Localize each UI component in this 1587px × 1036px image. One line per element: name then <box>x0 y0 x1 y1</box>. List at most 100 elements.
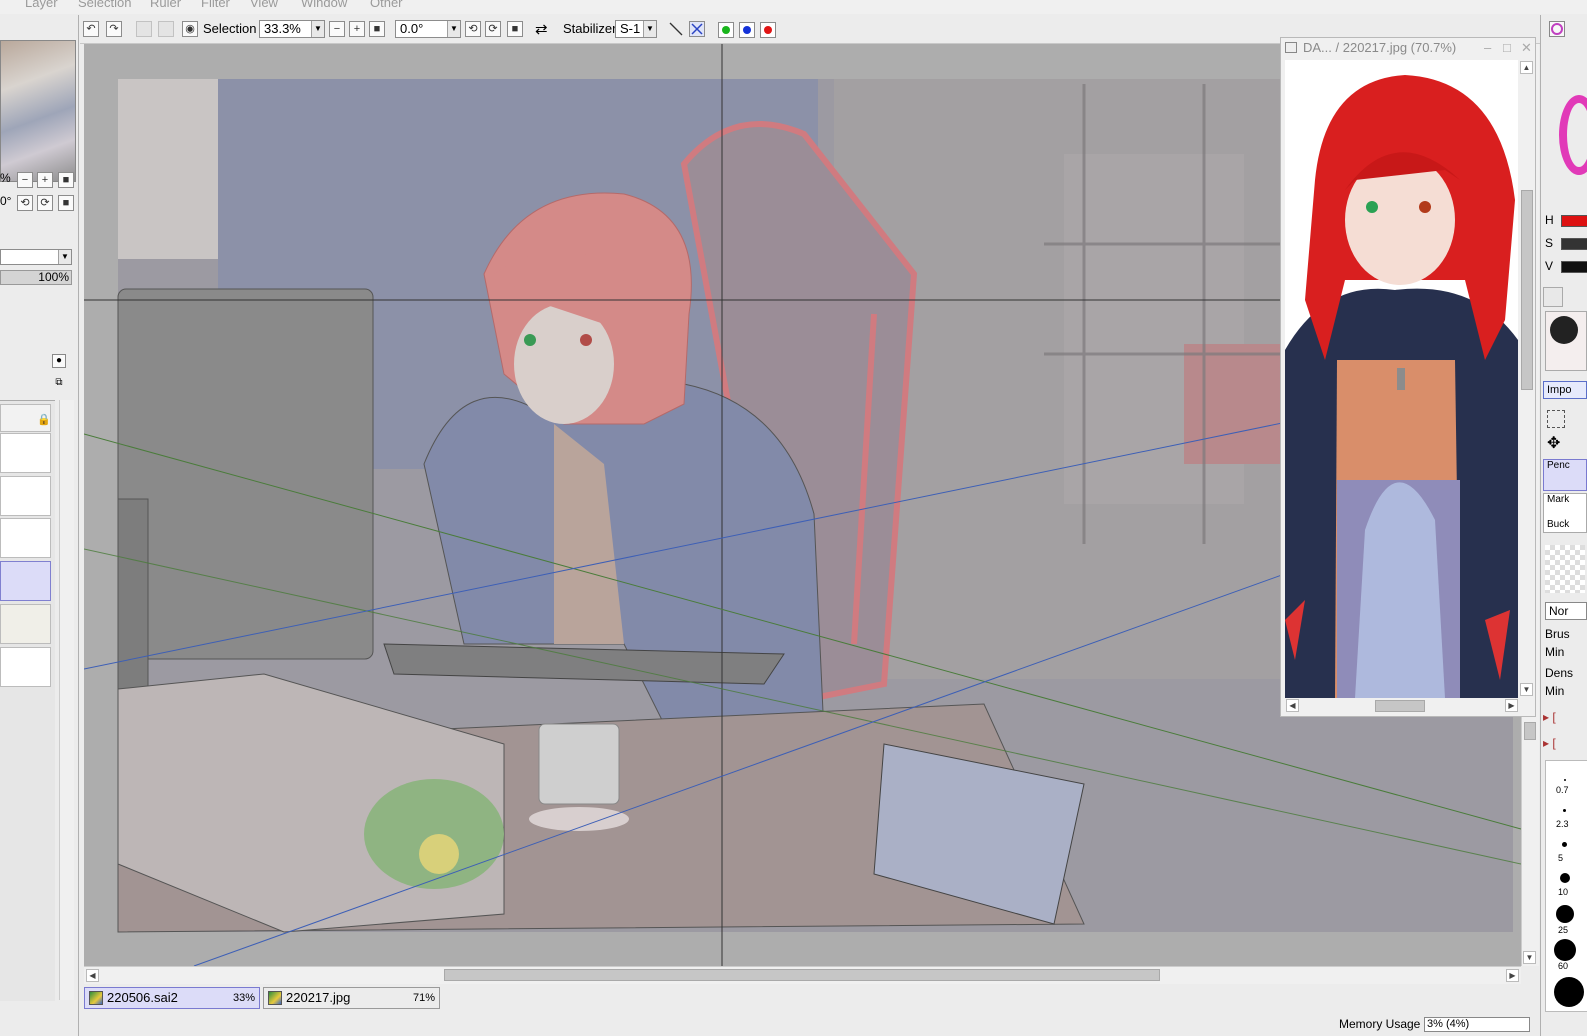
brush-label: Mark <box>1547 494 1570 505</box>
brush-blend-mode[interactable]: Nor <box>1545 602 1587 620</box>
menu-other[interactable]: Other <box>370 0 403 10</box>
nav-rotate-reset-button[interactable]: ■ <box>58 195 74 211</box>
brush-marker[interactable]: Mark Buck <box>1543 493 1587 533</box>
opacity-slider[interactable]: 100% <box>0 270 72 285</box>
reference-vscroll-thumb[interactable] <box>1521 190 1533 390</box>
flip-icon[interactable]: ⇄ <box>535 20 548 38</box>
layer-item[interactable] <box>0 476 51 516</box>
layer-list-scrollbar[interactable] <box>59 400 74 1000</box>
size-label: 5 <box>1558 853 1564 863</box>
new-layer-set-icon[interactable]: ⧉ <box>52 377 66 391</box>
menu-window[interactable]: Window <box>301 0 347 10</box>
zoom-in-button[interactable]: + <box>349 21 365 37</box>
navigator-preview[interactable] <box>0 40 76 182</box>
menu-ruler[interactable]: Ruler <box>150 0 181 10</box>
size-dot[interactable] <box>1556 905 1574 923</box>
menu-view[interactable]: View <box>250 0 278 10</box>
nav-zoom-in-button[interactable]: + <box>37 172 53 188</box>
color-dot-green[interactable] <box>718 22 734 38</box>
scroll-right-arrow-icon[interactable]: ▶ <box>1505 699 1518 712</box>
chevron-down-icon[interactable]: ▼ <box>311 21 324 37</box>
chevron-down-icon[interactable]: ▼ <box>58 250 71 264</box>
size-dot[interactable] <box>1554 977 1584 1007</box>
zoom-out-button[interactable]: − <box>329 21 345 37</box>
color-wheel[interactable] <box>1559 95 1587 175</box>
saturation-slider[interactable] <box>1561 238 1587 250</box>
brush-option-expander[interactable]: ▸ [ <box>1543 736 1587 752</box>
layer-item[interactable]: 🔒 <box>0 404 51 432</box>
nav-rotate-right-button[interactable]: ⟳ <box>37 195 53 211</box>
maximize-icon[interactable]: □ <box>1503 38 1511 58</box>
nav-zoom-reset-button[interactable]: ■ <box>58 172 74 188</box>
reference-window-titlebar[interactable]: DA... / 220217.jpg (70.7%) – □ ✕ <box>1281 38 1535 60</box>
hscroll-thumb[interactable] <box>444 969 1160 981</box>
current-color-preview[interactable] <box>1545 311 1587 371</box>
size-dot[interactable] <box>1564 779 1566 781</box>
new-layer-icon[interactable]: ● <box>52 354 66 368</box>
tab-220506[interactable]: 220506.sai2 33% <box>84 987 260 1009</box>
minimize-icon[interactable]: – <box>1484 38 1491 58</box>
layer-item[interactable] <box>0 647 51 687</box>
rotate-left-button[interactable]: ⟲ <box>465 21 481 37</box>
layer-item[interactable] <box>0 433 51 473</box>
foreground-color[interactable] <box>1550 316 1578 344</box>
opacity-value: 100% <box>38 270 69 284</box>
reference-hscroll-thumb[interactable] <box>1375 700 1425 712</box>
menu-filter[interactable]: Filter <box>201 0 230 10</box>
tab-220217[interactable]: 220217.jpg 71% <box>263 987 440 1009</box>
rotation-combo[interactable]: 0.0° ▼ <box>395 20 461 38</box>
reference-hscrollbar[interactable]: ◀ ▶ <box>1285 698 1519 714</box>
blend-mode-combo[interactable]: ▼ <box>0 249 72 265</box>
pressure-toggle-icon[interactable] <box>689 21 705 37</box>
size-dot[interactable] <box>1562 842 1567 847</box>
zoom-combo[interactable]: 33.3% ▼ <box>259 20 325 38</box>
scroll-down-arrow-icon[interactable]: ▼ <box>1520 683 1533 696</box>
rotate-reset-button[interactable]: ■ <box>507 21 523 37</box>
menu-selection[interactable]: Selection <box>78 0 131 10</box>
chevron-down-icon[interactable]: ▼ <box>447 21 460 37</box>
nav-rotate-left-button[interactable]: ⟲ <box>17 195 33 211</box>
color-dot-red[interactable] <box>760 22 776 38</box>
close-icon[interactable]: ✕ <box>1521 38 1532 58</box>
size-dot[interactable] <box>1563 809 1566 812</box>
stabilizer-combo[interactable]: S-1 ▼ <box>615 20 657 38</box>
canvas-hscrollbar[interactable]: ◀ ▶ <box>84 966 1521 984</box>
reference-window[interactable]: DA... / 220217.jpg (70.7%) – □ ✕ ▲ ▼ ◀ ▶ <box>1280 37 1536 717</box>
hue-slider[interactable] <box>1561 215 1587 227</box>
zoom-reset-button[interactable]: ■ <box>369 21 385 37</box>
eye-icon[interactable]: ◉ <box>182 21 198 37</box>
line-tool-icon[interactable] <box>668 21 684 37</box>
brush-size-list[interactable]: 0.7 2.3 5 10 25 60 <box>1545 760 1587 1012</box>
scroll-up-arrow-icon[interactable]: ▲ <box>1520 61 1533 74</box>
nav-zoom-out-button[interactable]: − <box>17 172 33 188</box>
value-slider[interactable] <box>1561 261 1587 273</box>
import-button[interactable]: Impo <box>1543 381 1587 399</box>
scroll-left-arrow-icon[interactable]: ◀ <box>86 969 99 982</box>
scroll-down-arrow-icon[interactable]: ▼ <box>1523 951 1536 964</box>
swatch-button[interactable] <box>1543 287 1563 307</box>
vscroll-thumb[interactable] <box>1524 722 1536 740</box>
lock-icon[interactable]: 🔒 <box>37 413 51 426</box>
chevron-down-icon[interactable]: ▼ <box>643 21 656 37</box>
deselect-button[interactable] <box>136 21 152 37</box>
size-dot[interactable] <box>1554 939 1576 961</box>
invert-selection-button[interactable] <box>158 21 174 37</box>
layer-item[interactable] <box>0 518 51 558</box>
move-tool-icon[interactable]: ✥ <box>1547 433 1560 453</box>
brush-pencil[interactable]: Penc <box>1543 459 1587 491</box>
menu-layer[interactable]: Layer <box>25 0 58 10</box>
reference-image[interactable] <box>1285 60 1518 698</box>
undo-button[interactable]: ↶ <box>83 21 99 37</box>
layer-item-selected[interactable] <box>0 561 51 601</box>
reference-vscrollbar[interactable]: ▲ ▼ <box>1519 60 1535 698</box>
size-dot[interactable] <box>1560 873 1570 883</box>
brush-option-expander[interactable]: ▸ [ <box>1543 710 1587 726</box>
selection-tool-icon[interactable] <box>1547 410 1565 428</box>
scroll-left-arrow-icon[interactable]: ◀ <box>1286 699 1299 712</box>
color-dot-blue[interactable] <box>739 22 755 38</box>
color-wheel-toggle-icon[interactable] <box>1549 21 1565 37</box>
redo-button[interactable]: ↷ <box>106 21 122 37</box>
scroll-right-arrow-icon[interactable]: ▶ <box>1506 969 1519 982</box>
rotate-right-button[interactable]: ⟳ <box>485 21 501 37</box>
layer-item[interactable] <box>0 604 51 644</box>
